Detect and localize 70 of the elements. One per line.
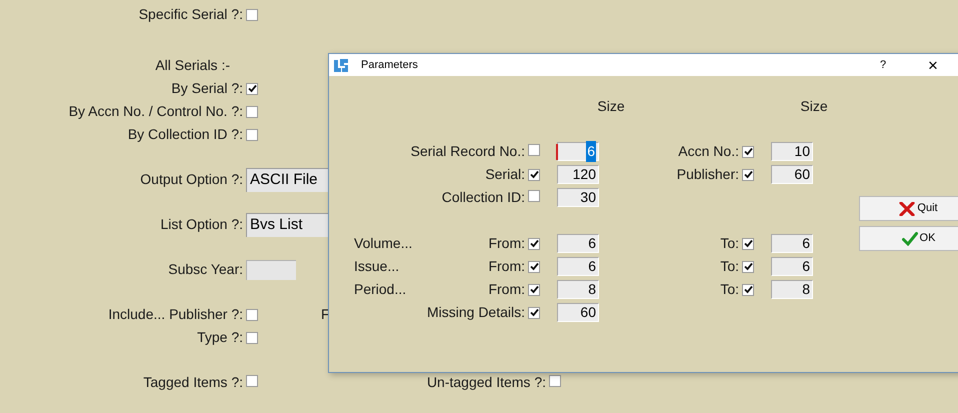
checkbox[interactable] [528, 238, 540, 250]
cross-icon [899, 202, 916, 216]
checkbox[interactable] [742, 238, 754, 250]
option-label: Serial Record No.: [410, 142, 525, 161]
field-label: By Accn No. / Control No. ?: [68, 103, 243, 119]
option-label: Collection ID: [442, 188, 525, 207]
close-button[interactable]: × [923, 56, 943, 74]
size-field[interactable]: 6 [771, 257, 813, 276]
option-label: Publisher: [676, 166, 739, 182]
ok-button[interactable]: OK [859, 226, 958, 251]
checkbox[interactable] [528, 260, 540, 272]
size-field[interactable]: 6 [557, 234, 599, 253]
row-label: Period... [354, 280, 406, 299]
size-field[interactable]: 60 [557, 303, 599, 322]
checkbox[interactable] [528, 144, 540, 156]
checkbox[interactable] [246, 375, 258, 387]
row-label: Issue... [354, 257, 400, 276]
checkbox[interactable] [528, 306, 540, 318]
row-label: Volume... [354, 234, 412, 253]
field-label: By Serial ?: [171, 80, 243, 96]
checkbox[interactable] [742, 284, 754, 296]
checkbox[interactable] [246, 308, 258, 320]
option-label: To: [720, 281, 739, 297]
checkbox[interactable] [742, 146, 754, 158]
help-button[interactable]: ? [873, 56, 893, 74]
app-logo-icon [334, 58, 348, 72]
quit-button[interactable]: Quit [859, 196, 958, 221]
field-label: By Collection ID ?: [128, 126, 243, 142]
checkbox[interactable] [246, 82, 258, 94]
field-label: Output Option ?: [140, 171, 243, 187]
field-label: Type ?: [197, 329, 243, 345]
window-title: Parameters [361, 58, 418, 73]
option-label: Serial: [485, 165, 525, 184]
checkbox[interactable] [528, 284, 540, 296]
size-field[interactable]: 6 [557, 142, 599, 161]
size-field[interactable]: 6 [771, 234, 813, 253]
checkbox[interactable] [742, 260, 754, 272]
checkbox[interactable] [528, 168, 540, 180]
checkbox[interactable] [528, 190, 540, 202]
option-label: From: [488, 280, 525, 299]
size-field[interactable]: 120 [557, 165, 599, 184]
checkbox[interactable] [742, 168, 754, 180]
checkbox[interactable] [549, 375, 561, 387]
field-label: Subsc Year: [168, 261, 243, 277]
option-label: Missing Details: [426, 303, 525, 322]
checkbox[interactable] [246, 128, 258, 140]
section-heading: All Serials :- [155, 56, 230, 75]
size-field[interactable]: 8 [557, 280, 599, 299]
size-field[interactable]: 60 [771, 165, 813, 184]
field-label: Specific Serial ?: [138, 6, 243, 22]
size-field[interactable]: 30 [557, 188, 599, 207]
field-label: Tagged Items ?: [143, 374, 243, 390]
checkbox[interactable] [246, 332, 258, 344]
column-header: Size [800, 98, 828, 114]
size-field[interactable]: 8 [771, 280, 813, 299]
column-header: Size [597, 98, 625, 114]
option-label: From: [488, 234, 525, 253]
option-label: To: [720, 258, 739, 274]
checkbox[interactable] [246, 106, 258, 118]
year-field[interactable] [246, 260, 296, 280]
option-label: From: [488, 257, 525, 276]
size-field[interactable]: 10 [771, 142, 813, 161]
field-label: List Option ?: [160, 216, 243, 232]
option-label: To: [720, 235, 739, 251]
field-label: Include... Publisher ?: [108, 306, 243, 322]
size-field[interactable]: 6 [557, 257, 599, 276]
field-label: Un-tagged Items ?: [426, 374, 546, 390]
checkmark-icon [902, 232, 918, 246]
option-label: Accn No.: [678, 143, 739, 159]
checkbox[interactable] [246, 8, 258, 20]
